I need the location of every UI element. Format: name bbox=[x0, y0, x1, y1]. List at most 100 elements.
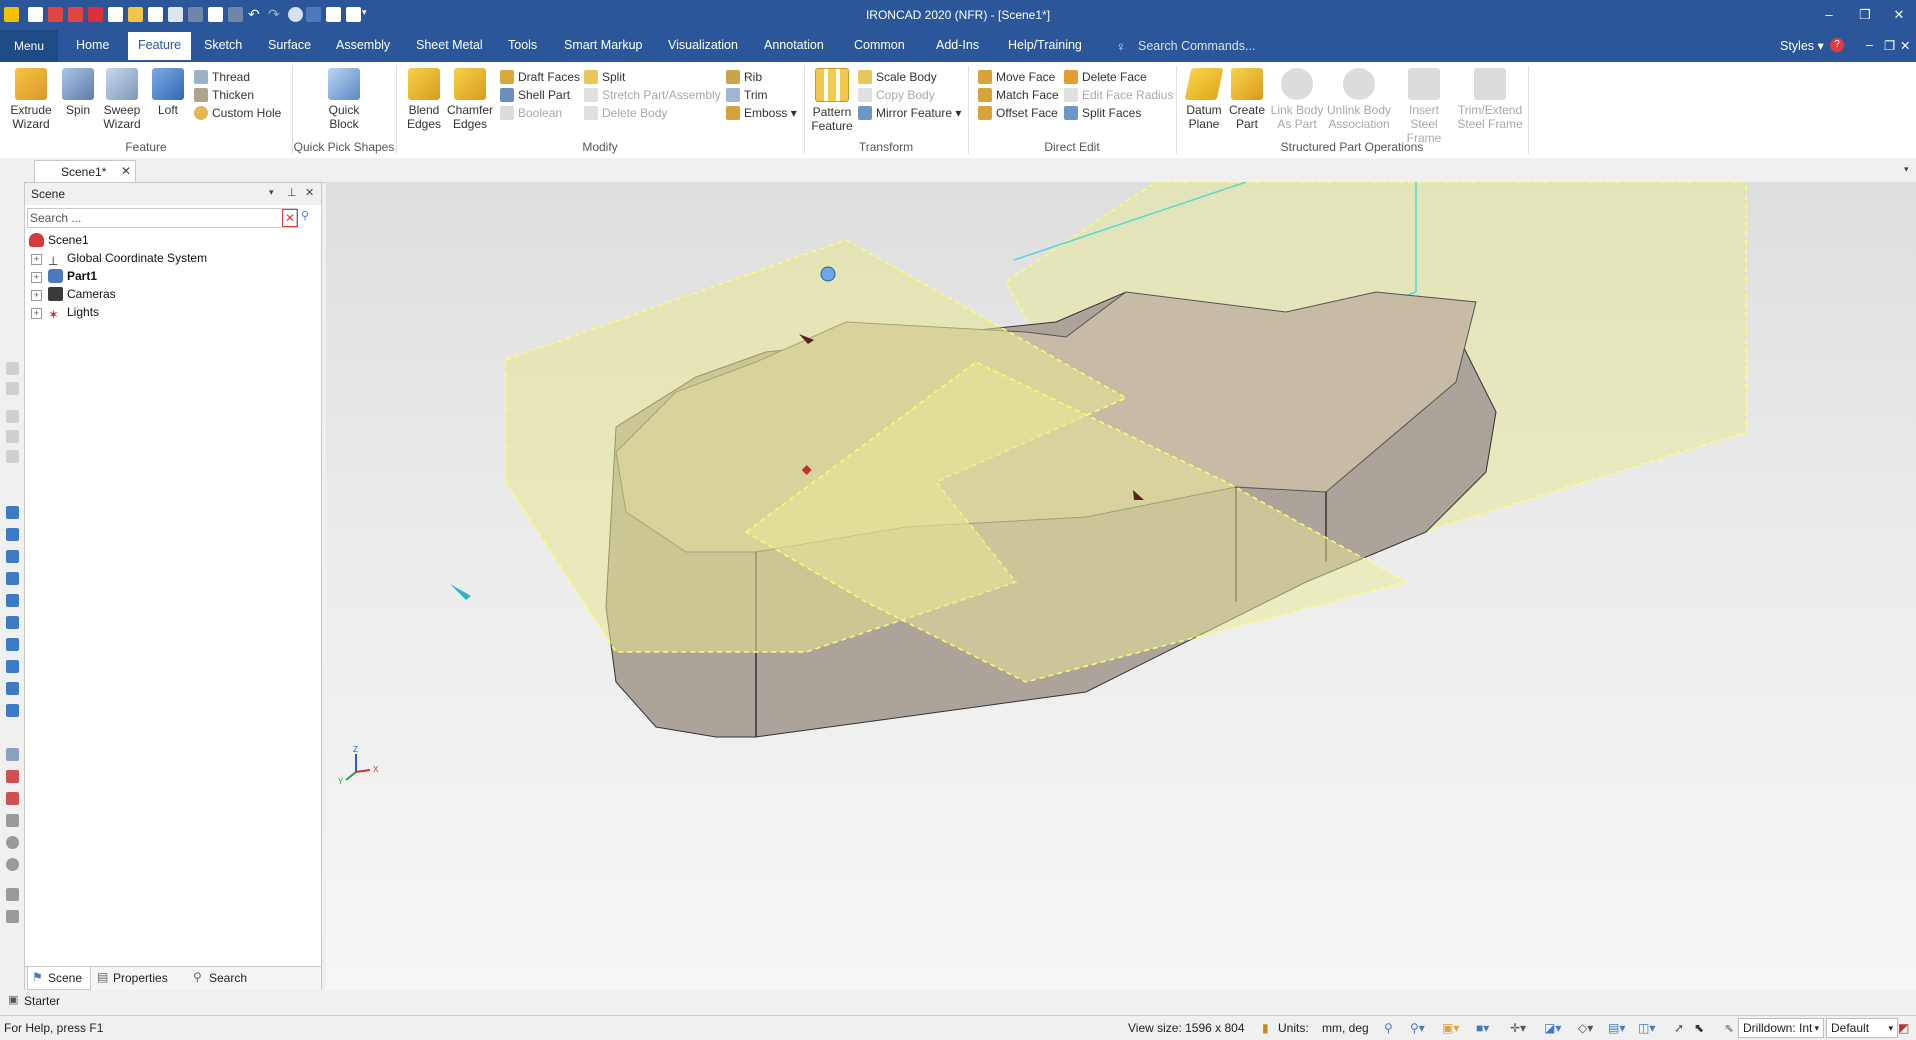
starter-label[interactable]: Starter bbox=[24, 994, 60, 1008]
status-extra-icon[interactable]: ◩ bbox=[1898, 1021, 1909, 1035]
tool-strip-icon[interactable] bbox=[6, 704, 19, 717]
trim-button[interactable]: Trim bbox=[726, 86, 768, 104]
custom-hole-button[interactable]: Custom Hole bbox=[194, 104, 281, 122]
render-mode-icon[interactable]: ■▾ bbox=[1476, 1021, 1489, 1035]
scene-search-input[interactable]: Search ... ✕ bbox=[27, 208, 298, 228]
search-options-icon[interactable]: ⚲ bbox=[301, 209, 315, 223]
tab-visualization[interactable]: Visualization bbox=[668, 38, 738, 52]
extrude-wizard-button[interactable]: Extrude Wizard bbox=[6, 68, 56, 131]
edit-face-radius-button[interactable]: Edit Face Radius bbox=[1064, 86, 1173, 104]
zoom-dropdown-icon[interactable]: ⚲▾ bbox=[1410, 1021, 1425, 1035]
tool-strip-icon[interactable] bbox=[6, 814, 19, 827]
delete-face-button[interactable]: Delete Face bbox=[1064, 68, 1147, 86]
tool-strip-icon[interactable] bbox=[6, 616, 19, 629]
tool-strip-icon[interactable] bbox=[6, 836, 19, 849]
match-face-button[interactable]: Match Face bbox=[978, 86, 1059, 104]
expand-icon[interactable]: + bbox=[31, 290, 42, 301]
units-value[interactable]: mm, deg bbox=[1322, 1021, 1369, 1035]
document-tab[interactable]: Scene1* ✕ bbox=[34, 160, 136, 183]
datum-plane-button[interactable]: Datum Plane bbox=[1182, 68, 1226, 131]
tool-strip-icon[interactable] bbox=[6, 910, 19, 923]
triad-display-icon[interactable]: ✛▾ bbox=[1510, 1021, 1526, 1035]
zoom-icon[interactable]: ⚲ bbox=[1384, 1021, 1393, 1035]
thicken-button[interactable]: Thicken bbox=[194, 86, 254, 104]
offset-face-button[interactable]: Offset Face bbox=[978, 104, 1058, 122]
expand-icon[interactable]: + bbox=[31, 308, 42, 319]
tool-strip-icon[interactable] bbox=[6, 450, 19, 463]
search-commands-input[interactable]: Search Commands... bbox=[1138, 39, 1255, 53]
drilldown-dropdown[interactable]: Drilldown: Int ▾ bbox=[1738, 1018, 1824, 1038]
split-faces-button[interactable]: Split Faces bbox=[1064, 104, 1141, 122]
spin-button[interactable]: Spin bbox=[60, 68, 96, 117]
tool-strip-icon[interactable] bbox=[6, 748, 19, 761]
tool-strip-icon[interactable] bbox=[6, 682, 19, 695]
tab-tools[interactable]: Tools bbox=[508, 38, 537, 52]
loft-button[interactable]: Loft bbox=[150, 68, 186, 117]
boolean-button[interactable]: Boolean bbox=[500, 104, 562, 122]
menu-button[interactable]: Menu bbox=[0, 30, 58, 62]
camera-view-icon[interactable]: ▤▾ bbox=[1608, 1021, 1625, 1035]
tab-common[interactable]: Common bbox=[854, 38, 905, 52]
stretch-part-button[interactable]: Stretch Part/Assembly bbox=[584, 86, 721, 104]
panel-dropdown-icon[interactable]: ▾ bbox=[269, 187, 274, 198]
tab-help-training[interactable]: Help/Training bbox=[1008, 38, 1082, 52]
starter-icon[interactable]: ▣ bbox=[8, 993, 18, 1006]
move-face-button[interactable]: Move Face bbox=[978, 68, 1055, 86]
ribbon-minimize-icon[interactable]: – bbox=[1866, 38, 1873, 52]
split-button[interactable]: Split bbox=[584, 68, 625, 86]
tool-strip-icon[interactable] bbox=[6, 594, 19, 607]
styles-dropdown[interactable]: Styles ▾ bbox=[1780, 38, 1824, 53]
thread-button[interactable]: Thread bbox=[194, 68, 250, 86]
tab-assembly[interactable]: Assembly bbox=[336, 38, 390, 52]
default-style-dropdown[interactable]: Default ▾ bbox=[1826, 1018, 1898, 1038]
tool-strip-icon[interactable] bbox=[6, 550, 19, 563]
tree-node-lights[interactable]: + ✶ Lights bbox=[31, 305, 99, 322]
trim-extend-steel-frame-button[interactable]: Trim/Extend Steel Frame bbox=[1456, 68, 1524, 131]
shell-part-button[interactable]: Shell Part bbox=[500, 86, 570, 104]
pin-icon[interactable]: ⊥ bbox=[287, 186, 297, 199]
unlink-body-button[interactable]: Unlink Body Association bbox=[1326, 68, 1392, 131]
tool-strip-icon[interactable] bbox=[6, 572, 19, 585]
cyan-arrow-icon[interactable] bbox=[450, 584, 471, 600]
tool-strip-icon[interactable] bbox=[6, 858, 19, 871]
insert-steel-frame-button[interactable]: Insert Steel Frame bbox=[1394, 68, 1454, 145]
emboss-button[interactable]: Emboss ▾ bbox=[726, 104, 797, 122]
tab-strip-dropdown-icon[interactable]: ▾ bbox=[1904, 164, 1909, 175]
rotate-handle-icon[interactable] bbox=[820, 266, 836, 282]
close-tab-icon[interactable]: ✕ bbox=[121, 164, 131, 178]
shading-icon[interactable]: ◇▾ bbox=[1578, 1021, 1593, 1035]
filter-icon[interactable]: ⬉ bbox=[1724, 1021, 1734, 1035]
tool-strip-icon[interactable] bbox=[6, 660, 19, 673]
chamfer-edges-button[interactable]: Chamfer Edges bbox=[446, 68, 494, 131]
quick-block-button[interactable]: Quick Block bbox=[322, 68, 366, 131]
tool-strip-icon[interactable] bbox=[6, 506, 19, 519]
link-body-button[interactable]: Link Body As Part bbox=[1268, 68, 1326, 131]
tree-node-global-coordinate-system[interactable]: + ⊥ Global Coordinate System bbox=[31, 251, 207, 268]
tab-properties[interactable]: ▤ Properties bbox=[93, 967, 185, 989]
tab-sketch[interactable]: Sketch bbox=[204, 38, 242, 52]
tool-strip-icon[interactable] bbox=[6, 528, 19, 541]
tool-strip-icon[interactable] bbox=[6, 770, 19, 783]
section-icon[interactable]: ◪▾ bbox=[1544, 1021, 1561, 1035]
tab-smart-markup[interactable]: Smart Markup bbox=[564, 38, 643, 52]
tree-node-part1[interactable]: + Part1 bbox=[31, 269, 97, 283]
tool-strip-icon[interactable] bbox=[6, 382, 19, 395]
tab-feature[interactable]: Feature bbox=[128, 32, 192, 60]
select-mode-icon[interactable]: ⬉ bbox=[1694, 1021, 1704, 1035]
tab-surface[interactable]: Surface bbox=[268, 38, 311, 52]
tool-strip-icon[interactable] bbox=[6, 362, 19, 375]
restore-button[interactable]: ❐ bbox=[1850, 4, 1880, 26]
mirror-feature-button[interactable]: Mirror Feature ▾ bbox=[858, 104, 961, 122]
minimize-button[interactable]: – bbox=[1814, 4, 1844, 26]
close-panel-icon[interactable]: ✕ bbox=[305, 186, 314, 199]
model-view[interactable]: Z X Y bbox=[326, 182, 1916, 990]
create-part-button[interactable]: Create Part bbox=[1226, 68, 1268, 131]
sweep-wizard-button[interactable]: Sweep Wizard bbox=[100, 68, 144, 131]
3d-viewport[interactable]: Z X Y bbox=[326, 182, 1916, 990]
tab-scene[interactable]: ⚑ Scene bbox=[27, 967, 91, 990]
tool-strip-icon[interactable] bbox=[6, 638, 19, 651]
copy-body-button[interactable]: Copy Body bbox=[858, 86, 935, 104]
view-orientation-icon[interactable]: ▣▾ bbox=[1442, 1021, 1459, 1035]
delete-body-button[interactable]: Delete Body bbox=[584, 104, 667, 122]
scale-body-button[interactable]: Scale Body bbox=[858, 68, 937, 86]
